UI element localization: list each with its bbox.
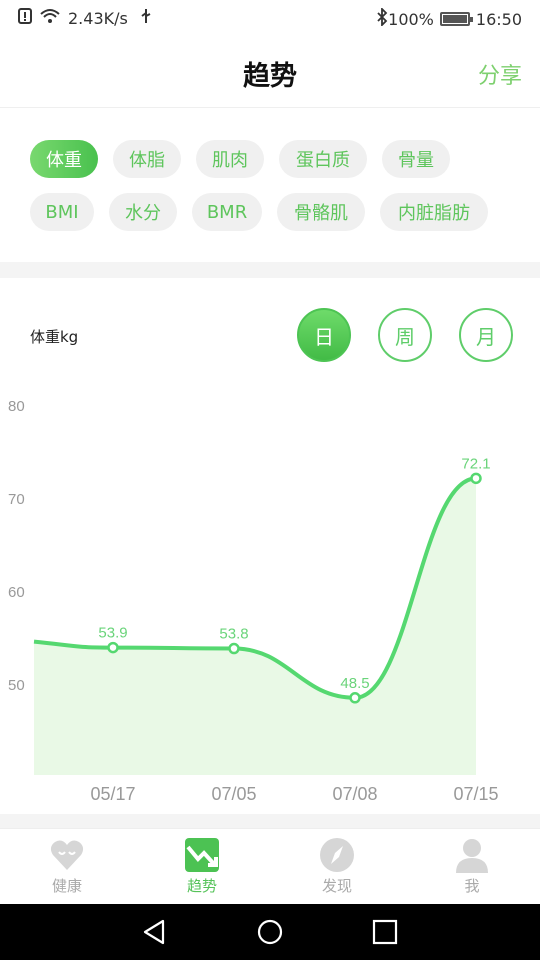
data-point	[107, 641, 119, 654]
alert-icon	[18, 8, 32, 28]
share-button[interactable]: 分享	[478, 58, 522, 90]
chip-bmi[interactable]: BMI	[30, 193, 94, 231]
chip-row-2: BMI 水分 BMR 骨骼肌 内脏脂肪	[30, 193, 503, 231]
chip-water[interactable]: 水分	[109, 193, 177, 231]
tab-discover[interactable]: 发现	[297, 837, 377, 896]
battery-icon	[439, 12, 473, 26]
chip-row-1: 体重 体脂 肌肉 蛋白质 骨量	[30, 140, 465, 178]
chip-protein[interactable]: 蛋白质	[279, 140, 367, 178]
y-tick-label: 80	[8, 398, 25, 415]
tab-discover-label: 发现	[321, 877, 352, 895]
person-icon	[454, 837, 490, 873]
x-tick-label: 07/05	[211, 784, 256, 804]
page-title: 趋势	[243, 61, 297, 92]
chart-card: 体重kg 日 周 月 80 70 60 50 53.9 53.8 48.5 72.1 05/17…	[0, 278, 540, 814]
period-month-button[interactable]: 月	[459, 308, 513, 362]
bottom-tab-bar: 健康 趋势 发现 我	[0, 828, 540, 904]
status-right: 100% 16:50	[376, 6, 522, 30]
chip-bmr[interactable]: BMR	[192, 193, 262, 231]
back-icon[interactable]	[141, 918, 169, 946]
data-point	[228, 642, 240, 655]
home-icon[interactable]	[256, 918, 284, 946]
heart-icon	[49, 837, 85, 873]
tab-health[interactable]: 健康	[27, 837, 107, 896]
y-tick-label: 70	[8, 491, 25, 508]
battery-percent: 100%	[388, 9, 434, 29]
chart-label: 体重kg	[30, 328, 79, 346]
chip-bone[interactable]: 骨量	[382, 140, 450, 178]
tab-me[interactable]: 我	[432, 837, 512, 896]
usb-icon	[140, 8, 152, 28]
tab-health-label: 健康	[51, 877, 82, 895]
data-label: 72.1	[461, 455, 490, 472]
data-point	[349, 692, 361, 704]
x-tick-label: 05/17	[90, 784, 135, 804]
status-bar: 2.43K/s 100% 16:50	[0, 0, 540, 36]
system-nav-bar	[0, 904, 540, 960]
section-divider	[0, 262, 540, 278]
chip-skeletal-muscle[interactable]: 骨骼肌	[277, 193, 365, 231]
status-left: 2.43K/s	[18, 8, 160, 28]
chip-muscle[interactable]: 肌肉	[196, 140, 264, 178]
tab-trend[interactable]: 趋势	[162, 837, 242, 896]
period-week-button[interactable]: 周	[378, 308, 432, 362]
header: 趋势 分享	[0, 36, 540, 108]
tab-trend-label: 趋势	[186, 877, 217, 895]
trend-icon	[184, 837, 220, 873]
clock: 16:50	[475, 9, 522, 29]
metric-chips: 体重 体脂 肌肉 蛋白质 骨量 BMI 水分 BMR 骨骼肌 内脏脂肪	[0, 110, 540, 262]
y-tick-label: 50	[8, 677, 25, 694]
chip-weight[interactable]: 体重	[30, 140, 98, 178]
compass-icon	[319, 837, 355, 873]
data-point	[470, 472, 482, 485]
data-label: 53.8	[219, 626, 248, 643]
section-divider-2	[0, 814, 540, 828]
x-tick-label: 07/15	[453, 784, 498, 804]
chip-body-fat[interactable]: 体脂	[113, 140, 181, 178]
chip-visceral-fat[interactable]: 内脏脂肪	[380, 193, 488, 231]
data-label: 53.9	[98, 625, 127, 642]
bluetooth-icon	[376, 6, 388, 30]
period-day-button[interactable]: 日	[297, 308, 351, 362]
recents-icon[interactable]	[371, 918, 399, 946]
y-tick-label: 60	[8, 584, 25, 601]
weight-chart: 80 70 60 50 53.9 53.8 48.5 72.1 05/17 07/05 07/08 0…	[8, 398, 499, 804]
data-label: 48.5	[340, 675, 369, 692]
wifi-icon	[40, 8, 60, 28]
x-tick-label: 07/08	[332, 784, 377, 804]
network-speed: 2.43K/s	[68, 8, 128, 28]
tab-me-label: 我	[464, 877, 480, 895]
